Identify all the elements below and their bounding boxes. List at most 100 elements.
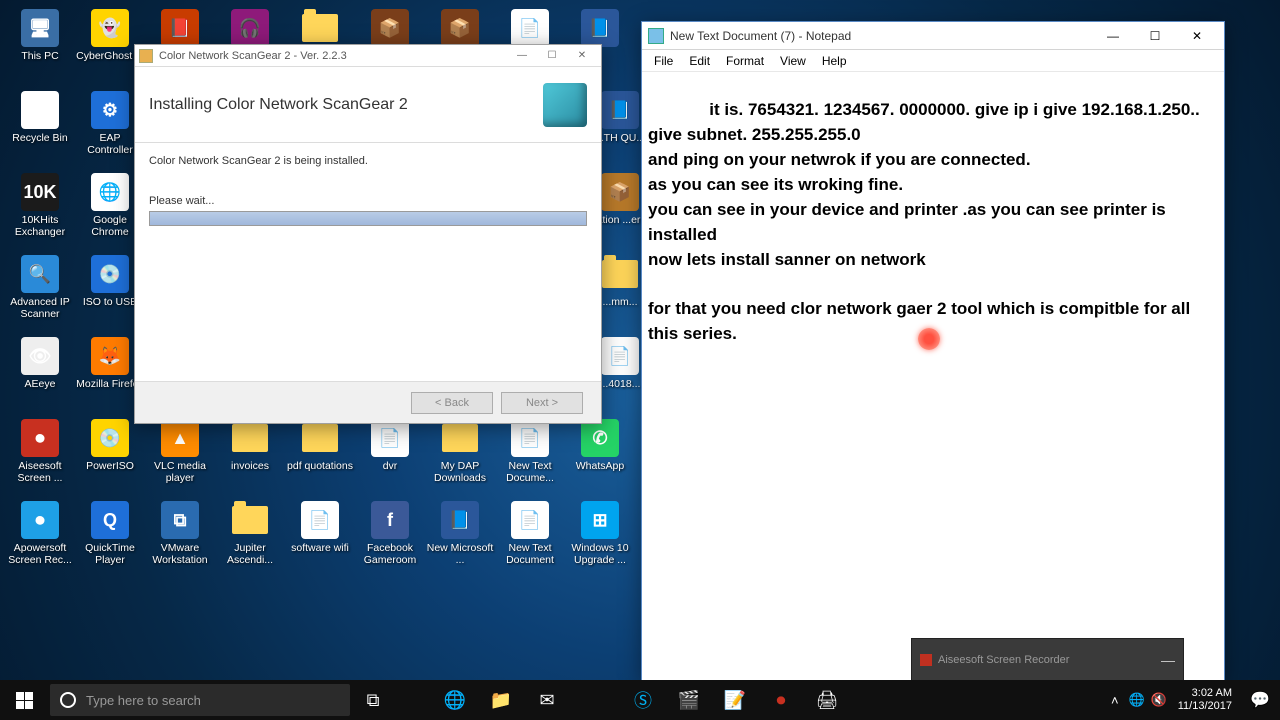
minimize-button[interactable]: — — [1092, 23, 1134, 49]
icon-label: New Text Document — [496, 542, 564, 566]
installer-footer: < Back Next > — [135, 381, 601, 423]
app-icon: 📄 — [511, 501, 549, 539]
clock-date: 11/13/2017 — [1178, 700, 1232, 713]
network-icon[interactable]: 🌐 — [1126, 692, 1148, 708]
desktop-icon[interactable]: 10K10KHits Exchanger — [5, 172, 75, 238]
notepad-taskbar-icon[interactable]: 📝 — [712, 680, 758, 720]
recorder-taskbar-icon[interactable]: ⏺ — [758, 680, 804, 720]
mail-taskbar-icon[interactable]: ✉ — [524, 680, 570, 720]
menu-file[interactable]: File — [646, 52, 681, 70]
icon-label: Aiseesoft Screen ... — [6, 460, 74, 484]
app-icon: 👻 — [91, 9, 129, 47]
desktop-icon[interactable]: 🔍Advanced IP Scanner — [5, 254, 75, 320]
recorder-title: Aiseesoft Screen Recorder — [938, 654, 1069, 666]
system-tray: ˄ 🌐 🔇 3:02 AM 11/13/2017 💬 — [1104, 680, 1280, 720]
desktop-icon[interactable]: 📄software wifi — [285, 500, 355, 554]
taskbar-clock[interactable]: 3:02 AM 11/13/2017 — [1170, 687, 1240, 712]
desktop-icon[interactable]: 📄New Text Docume... — [495, 418, 565, 484]
cortana-circle-icon — [60, 692, 76, 708]
icon-label: QuickTime Player — [76, 542, 144, 566]
next-button: Next > — [501, 392, 583, 414]
desktop-icon[interactable]: ✆WhatsApp — [565, 418, 635, 472]
desktop-icon[interactable]: QQuickTime Player — [75, 500, 145, 566]
desktop-icon[interactable]: ⏺Apowersoft Screen Rec... — [5, 500, 75, 566]
back-button: < Back — [411, 392, 493, 414]
start-button[interactable] — [0, 680, 48, 720]
desktop-icon[interactable]: 📄 New Text Document — [495, 500, 565, 566]
app-icon: 🦊 — [91, 337, 129, 375]
folder-icon — [232, 424, 268, 452]
scanner-cube-icon — [543, 83, 587, 127]
install-message: Color Network ScanGear 2 is being instal… — [149, 155, 587, 167]
desktop-icon[interactable]: ▲VLC media player — [145, 418, 215, 484]
skype-taskbar-icon[interactable]: Ⓢ — [620, 680, 666, 720]
close-button[interactable]: ✕ — [1176, 23, 1218, 49]
app-icon: 📄 — [371, 419, 409, 457]
maximize-button[interactable]: ☐ — [537, 50, 567, 61]
desktop-icon[interactable]: My DAP Downloads — [425, 418, 495, 484]
icon-label: VMware Workstation — [146, 542, 214, 566]
desktop-icon[interactable]: ⏺Aiseesoft Screen ... — [5, 418, 75, 484]
app-icon: 🎧 — [231, 9, 269, 47]
desktop-icon[interactable]: fFacebook Gameroom — [355, 500, 425, 566]
desktop-icon[interactable]: pdf quotations — [285, 418, 355, 472]
desktop-icon[interactable]: 💿PowerISO — [75, 418, 145, 472]
icon-label: software wifi — [291, 542, 349, 554]
icon-label: invoices — [231, 460, 269, 472]
desktop-icon[interactable]: ⧉VMware Workstation — [145, 500, 215, 566]
folder-icon — [442, 424, 478, 452]
menu-format[interactable]: Format — [718, 52, 772, 70]
menu-view[interactable]: View — [772, 52, 814, 70]
icon-label: ...4018... — [600, 378, 641, 390]
icon-label: Facebook Gameroom — [356, 542, 424, 566]
explorer-taskbar-icon[interactable]: 📁 — [478, 680, 524, 720]
app-icon: 📘 — [581, 9, 619, 47]
desktop-icon[interactable]: ⊞Windows 10 Upgrade ... — [565, 500, 635, 566]
desktop-icon[interactable]: 👁AEeye — [5, 336, 75, 390]
menu-edit[interactable]: Edit — [681, 52, 718, 70]
recorder-minimize[interactable]: — — [1161, 652, 1175, 668]
chrome-taskbar-icon[interactable]: 🌐 — [432, 680, 478, 720]
volume-muted-icon[interactable]: 🔇 — [1148, 692, 1170, 708]
desktop-icon[interactable]: 🖥This PC — [5, 8, 75, 62]
folder-icon — [602, 260, 638, 288]
icon-label: My DAP Downloads — [426, 460, 494, 484]
icon-label: AEeye — [25, 378, 56, 390]
app-icon: ⊞ — [581, 501, 619, 539]
taskbar: Type here to search ⧉ 🌐 📁 ✉ Ⓢ 🎬 📝 ⏺ 🖨 ˄ … — [0, 680, 1280, 720]
app-icon: 📦 — [601, 173, 639, 211]
installer-heading: Installing Color Network ScanGear 2 — [149, 96, 543, 114]
maximize-button[interactable]: ☐ — [1134, 23, 1176, 49]
screen-recorder-bar[interactable]: Aiseesoft Screen Recorder — — [911, 638, 1184, 682]
windows-logo-icon — [16, 692, 33, 709]
app-icon: ▲ — [161, 419, 199, 457]
desktop-icon[interactable]: Jupiter Ascendi... — [215, 500, 285, 566]
tray-chevron-icon[interactable]: ˄ — [1104, 693, 1126, 708]
minimize-button[interactable]: — — [507, 50, 537, 61]
desktop[interactable]: 🖥This PC👻CyberGhost ...📕🎧📦📦📄📘🗑Recycle Bi… — [0, 0, 1280, 720]
desktop-icon[interactable]: 📄dvr — [355, 418, 425, 472]
close-button[interactable]: ✕ — [567, 50, 597, 61]
taskbar-search[interactable]: Type here to search — [50, 684, 350, 716]
app-icon: 📄 — [511, 9, 549, 47]
notepad-textarea[interactable]: it is. 7654321. 1234567. 0000000. give i… — [642, 72, 1224, 680]
desktop-icon[interactable]: 🗑Recycle Bin — [5, 90, 75, 144]
app-icon: ⏺ — [21, 501, 59, 539]
movie-taskbar-icon[interactable]: 🎬 — [666, 680, 712, 720]
icon-label: pdf quotations — [287, 460, 353, 472]
action-center-icon[interactable]: 💬 — [1240, 690, 1280, 710]
desktop-icon[interactable]: invoices — [215, 418, 285, 472]
app-icon: 🗑 — [21, 91, 59, 129]
app-icon: 📘 — [441, 501, 479, 539]
desktop-icon[interactable]: 📘New Microsoft ... — [425, 500, 495, 566]
app-icon: 💿 — [91, 419, 129, 457]
taskview-button[interactable]: ⧉ — [350, 680, 396, 720]
notepad-app-icon — [648, 28, 664, 44]
search-placeholder: Type here to search — [86, 693, 201, 708]
installer-taskbar-icon[interactable]: 🖨 — [804, 680, 850, 720]
notepad-titlebar[interactable]: New Text Document (7) - Notepad — ☐ ✕ — [642, 22, 1224, 50]
menu-help[interactable]: Help — [814, 52, 855, 70]
icon-label: ...mm... — [603, 296, 638, 308]
app-icon: 🔍 — [21, 255, 59, 293]
installer-titlebar[interactable]: Color Network ScanGear 2 - Ver. 2.2.3 — … — [135, 45, 601, 67]
